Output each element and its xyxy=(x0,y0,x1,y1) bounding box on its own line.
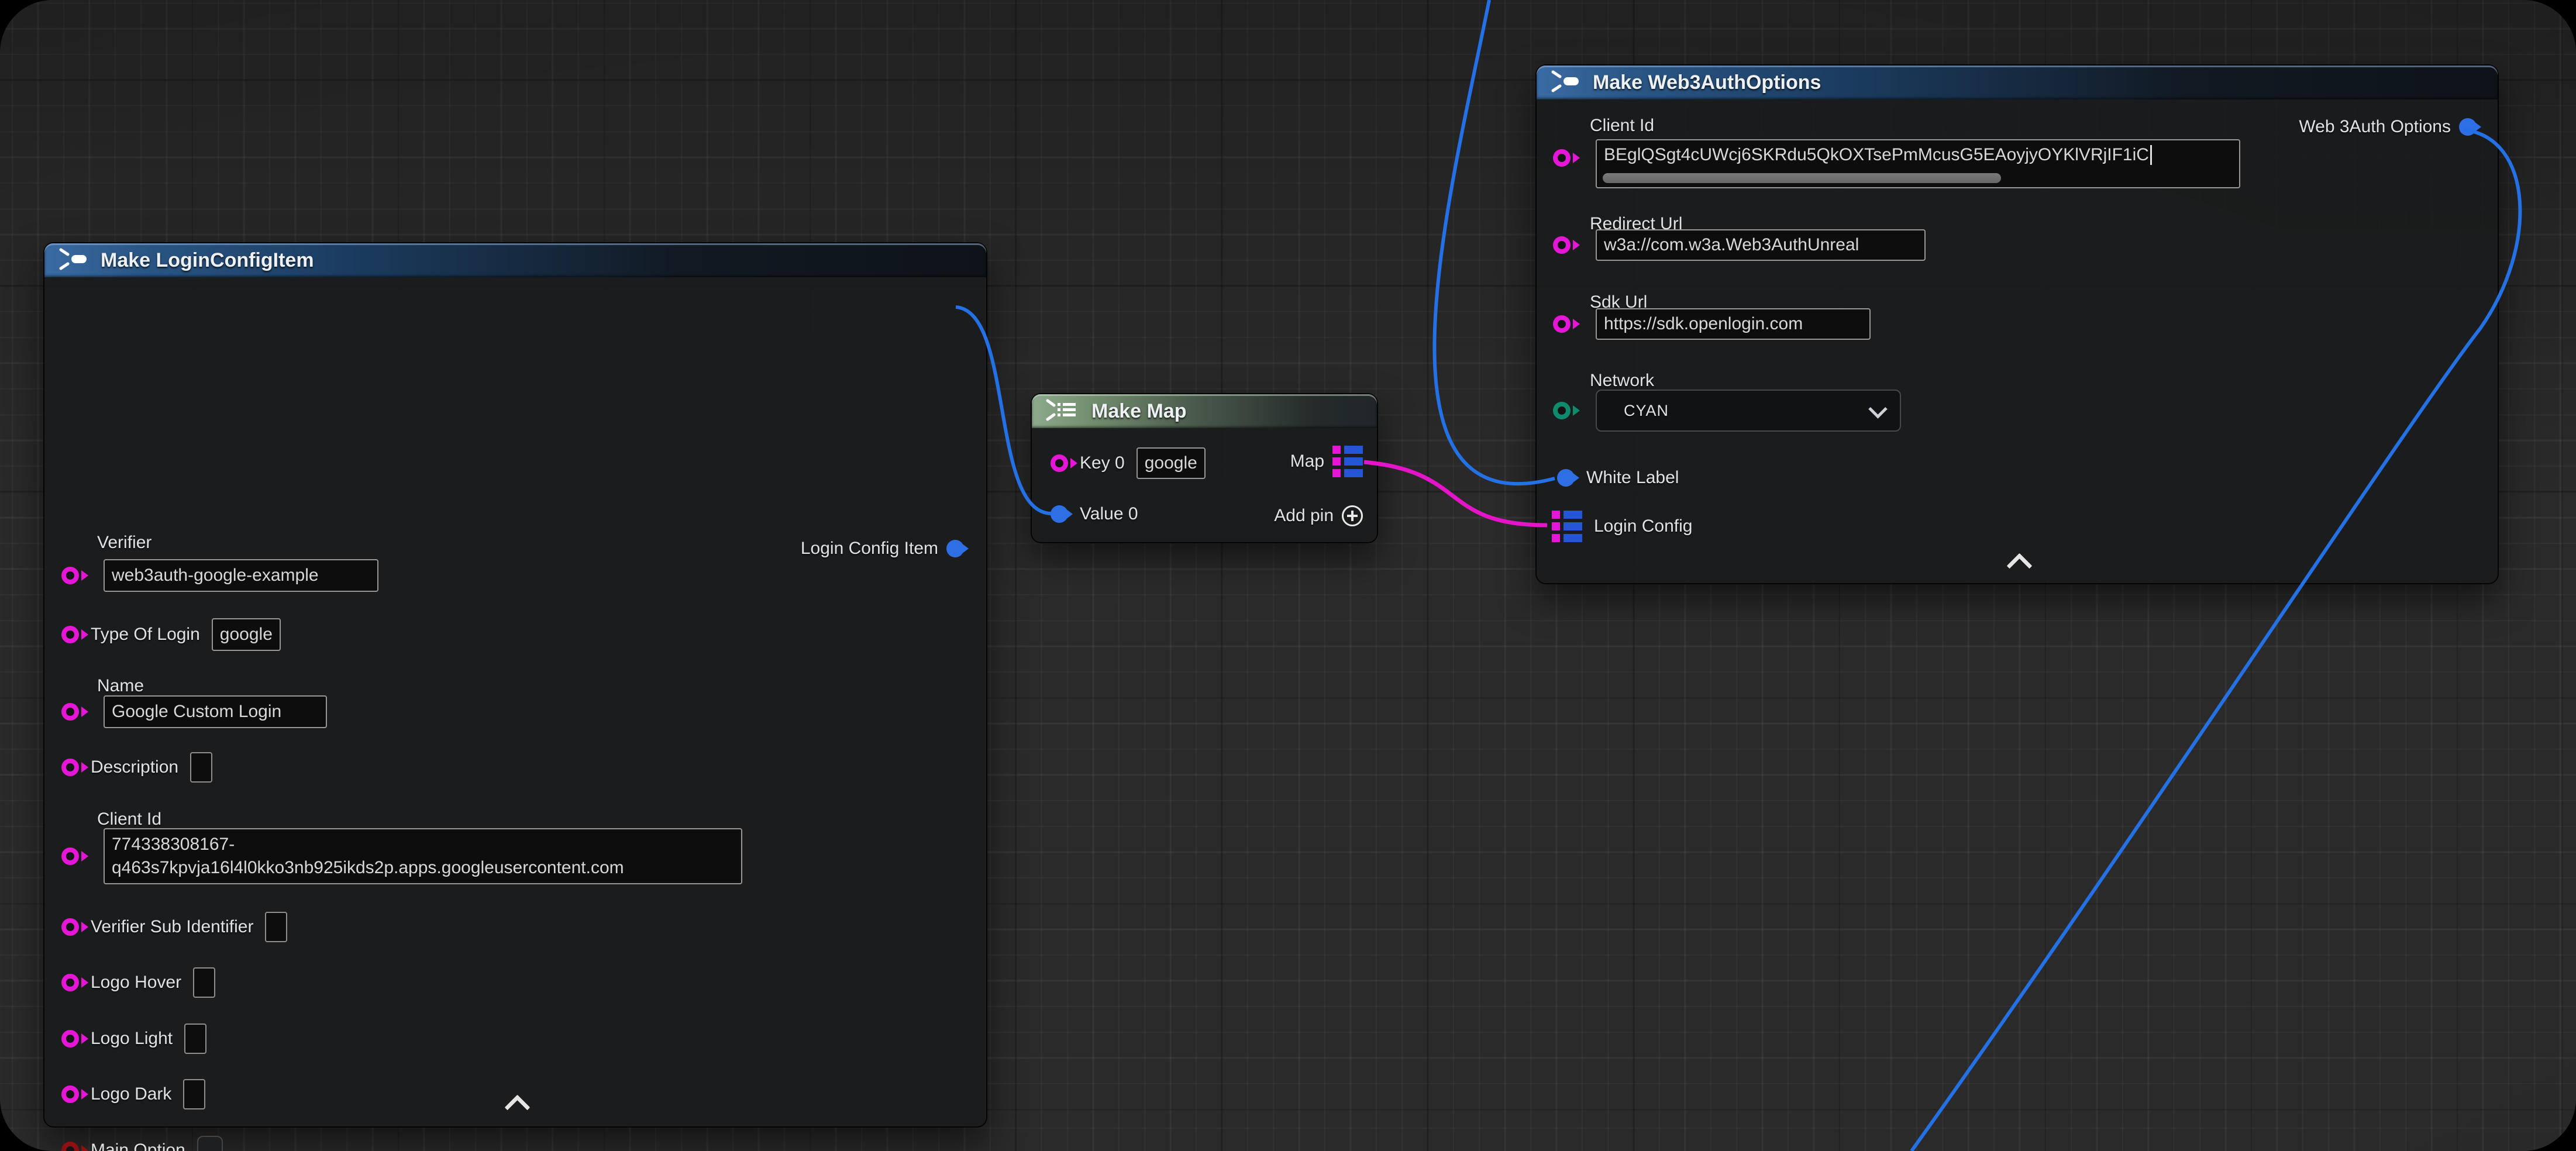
input-pin-logo-light[interactable] xyxy=(61,1030,79,1047)
description-input[interactable] xyxy=(190,752,212,783)
pin-label-type-of-login: Type Of Login xyxy=(91,625,200,645)
collapse-node-chevron-icon[interactable] xyxy=(2007,553,2033,579)
input-pin-sdk-url[interactable] xyxy=(1553,315,1571,333)
input-pin-type-of-login[interactable] xyxy=(61,626,79,643)
node-header-make-loginconfigitem[interactable]: Make LoginConfigItem xyxy=(44,243,986,277)
pin-label-network: Network xyxy=(1590,371,1654,391)
pin-label-map: Map xyxy=(1290,452,1324,471)
key-0-input[interactable]: google xyxy=(1137,447,1206,479)
output-pin-web3auth-options[interactable] xyxy=(2459,118,2477,136)
sdk-url-input[interactable]: https://sdk.openlogin.com xyxy=(1596,308,1871,340)
node-header-make-web3authoptions[interactable]: Make Web3AuthOptions xyxy=(1537,66,2498,99)
input-pin-white-label[interactable] xyxy=(1557,469,1575,487)
pin-label-description: Description xyxy=(91,757,178,777)
input-pin-main-option[interactable] xyxy=(61,1142,79,1151)
input-pin-redirect-url[interactable] xyxy=(1553,236,1571,254)
input-pin-name[interactable] xyxy=(61,703,79,721)
node-make-loginconfigitem[interactable]: Make LoginConfigItem Login Config Item V… xyxy=(44,243,986,1126)
verifier-input[interactable]: web3auth-google-example xyxy=(104,559,378,592)
chevron-down-icon xyxy=(1868,399,1888,419)
input-pin-login-config[interactable] xyxy=(1552,511,1582,542)
make-struct-icon xyxy=(1549,70,1582,96)
make-map-icon xyxy=(1045,398,1081,425)
add-pin-label: Add pin xyxy=(1274,506,1334,526)
collapse-node-chevron-icon[interactable] xyxy=(505,1095,531,1121)
pin-label-name: Name xyxy=(97,676,144,696)
main-option-checkbox[interactable] xyxy=(197,1136,223,1151)
output-pin-login-config-item[interactable] xyxy=(946,540,964,557)
input-pin-description[interactable] xyxy=(61,759,79,776)
pin-label-web3auth-options: Web 3Auth Options xyxy=(2299,117,2451,137)
type-of-login-input[interactable]: google xyxy=(212,618,281,651)
logo-hover-input[interactable] xyxy=(193,967,215,998)
input-pin-client-id[interactable] xyxy=(1553,149,1571,167)
text-caret xyxy=(2150,145,2152,165)
input-pin-network[interactable] xyxy=(1553,402,1571,419)
pin-label-login-config-item: Login Config Item xyxy=(801,539,938,559)
pin-label-key-0: Key 0 xyxy=(1080,453,1125,473)
client-id-input[interactable]: BEglQSgt4cUWcj6SKRdu5QkOXTsePmMcusG5EAoy… xyxy=(1596,139,2240,188)
input-pin-logo-hover[interactable] xyxy=(61,974,79,991)
node-title: Make Web3AuthOptions xyxy=(1593,71,1821,94)
node-make-map[interactable]: Make Map Key 0 google Map Value 0 A xyxy=(1032,394,1377,542)
output-pin-map[interactable] xyxy=(1332,446,1363,477)
node-header-make-map[interactable]: Make Map xyxy=(1032,394,1377,428)
blueprint-viewport: Make LoginConfigItem Login Config Item V… xyxy=(0,0,2576,1151)
pin-label-client-id: Client Id xyxy=(1590,116,1654,136)
logo-dark-input[interactable] xyxy=(183,1079,205,1109)
pin-label-logo-hover: Logo Hover xyxy=(91,973,181,993)
pin-label-login-config: Login Config xyxy=(1594,516,1692,536)
input-pin-key-0[interactable] xyxy=(1051,454,1068,472)
input-pin-value-0[interactable] xyxy=(1051,505,1068,523)
make-struct-icon xyxy=(57,247,90,274)
add-pin-button[interactable] xyxy=(1342,505,1363,526)
input-pin-logo-dark[interactable] xyxy=(61,1085,79,1103)
pin-label-value-0: Value 0 xyxy=(1080,504,1138,524)
field-scrollbar[interactable] xyxy=(1603,173,2001,183)
pin-label-verifier: Verifier xyxy=(97,533,151,553)
pin-label-logo-dark: Logo Dark xyxy=(91,1084,171,1104)
logo-light-input[interactable] xyxy=(184,1024,206,1054)
node-title: Make LoginConfigItem xyxy=(101,249,314,272)
node-title: Make Map xyxy=(1091,400,1187,423)
node-make-web3authoptions[interactable]: Make Web3AuthOptions Web 3Auth Options C… xyxy=(1537,66,2498,583)
input-pin-verifier-sub-identifier[interactable] xyxy=(61,918,79,936)
pin-label-client-id: Client Id xyxy=(97,809,161,829)
pin-label-verifier-sub-identifier: Verifier Sub Identifier xyxy=(91,917,253,937)
pin-label-main-option: Main Option xyxy=(91,1140,185,1151)
pin-label-logo-light: Logo Light xyxy=(91,1029,173,1049)
input-pin-verifier[interactable] xyxy=(61,567,79,584)
network-dropdown[interactable]: CYAN xyxy=(1596,390,1901,432)
client-id-input[interactable]: 774338308167- q463s7kpvja16l4l0kko3nb925… xyxy=(104,828,742,884)
pin-label-white-label: White Label xyxy=(1586,468,1679,488)
redirect-url-input[interactable]: w3a://com.w3a.Web3AuthUnreal xyxy=(1596,229,1926,261)
verifier-sub-identifier-input[interactable] xyxy=(265,912,287,942)
name-input[interactable]: Google Custom Login xyxy=(104,695,327,728)
input-pin-client-id[interactable] xyxy=(61,847,79,865)
